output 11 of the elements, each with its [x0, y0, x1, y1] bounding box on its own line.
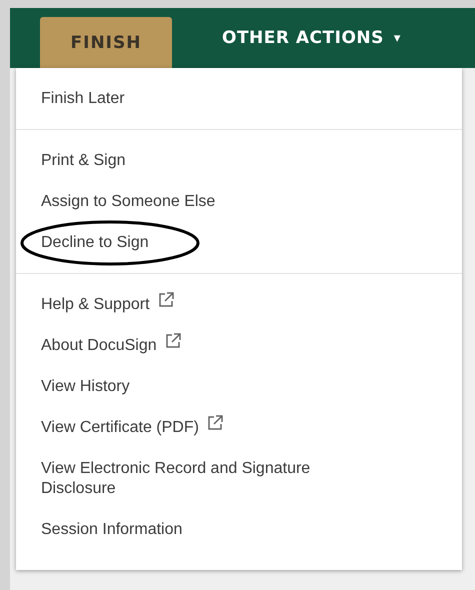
other-actions-button[interactable]: OTHER ACTIONS ▾	[222, 17, 401, 59]
menu-item[interactable]: View Electronic Record and Signature Disclosure	[41, 459, 371, 499]
menu-item[interactable]: Session Information	[41, 520, 182, 540]
finish-button[interactable]: FINISH	[40, 17, 172, 68]
menu-item[interactable]: About DocuSign	[41, 336, 157, 356]
menu-item[interactable]: Finish Later	[41, 89, 125, 109]
menu-item[interactable]: Help & Support	[41, 295, 150, 315]
menu-item[interactable]: Assign to Someone Else	[41, 192, 216, 212]
menu-item[interactable]: View Certificate (PDF)	[41, 418, 199, 438]
menu-item[interactable]: Print & Sign	[41, 151, 126, 171]
menu-item[interactable]: View History	[41, 377, 130, 397]
